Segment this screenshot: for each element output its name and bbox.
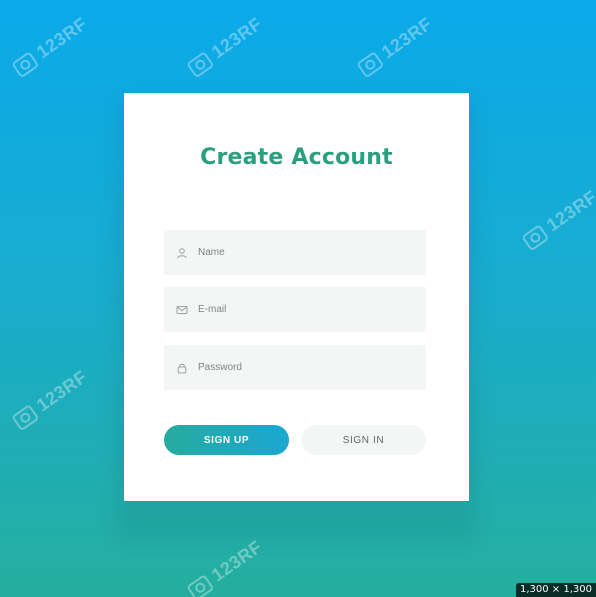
lock-icon: [176, 362, 188, 374]
sign-in-button[interactable]: SIGN IN: [301, 425, 426, 455]
watermark-text: 123RF: [377, 13, 436, 63]
watermark: 123RF: [185, 14, 266, 80]
sign-up-button[interactable]: SIGN UP: [164, 425, 289, 455]
watermark: 123RF: [10, 367, 91, 433]
name-input[interactable]: [196, 246, 410, 259]
watermark: 123RF: [10, 14, 91, 80]
name-field[interactable]: [164, 230, 426, 275]
camera-icon: [10, 403, 40, 431]
password-field[interactable]: [164, 345, 426, 390]
watermark: 123RF: [185, 537, 266, 597]
email-input[interactable]: [196, 303, 410, 316]
watermark-text: 123RF: [207, 13, 266, 63]
camera-icon: [10, 50, 40, 78]
watermark-text: 123RF: [32, 366, 91, 416]
user-icon: [176, 247, 188, 259]
watermark-text: 123RF: [32, 13, 91, 63]
camera-icon: [185, 50, 215, 78]
watermark: 123RF: [520, 187, 596, 253]
image-size-badge: 1,300 × 1,300: [516, 583, 596, 597]
watermark: 123RF: [355, 14, 436, 80]
create-account-card: Create Account SIGN UP SIGN IN: [124, 93, 469, 501]
mail-icon: [176, 304, 188, 316]
camera-icon: [355, 50, 385, 78]
page-title: Create Account: [200, 145, 393, 170]
password-input[interactable]: [196, 361, 410, 374]
camera-icon: [185, 573, 215, 597]
email-field[interactable]: [164, 287, 426, 332]
camera-icon: [520, 223, 550, 251]
watermark-text: 123RF: [542, 186, 596, 236]
watermark-text: 123RF: [207, 536, 266, 586]
